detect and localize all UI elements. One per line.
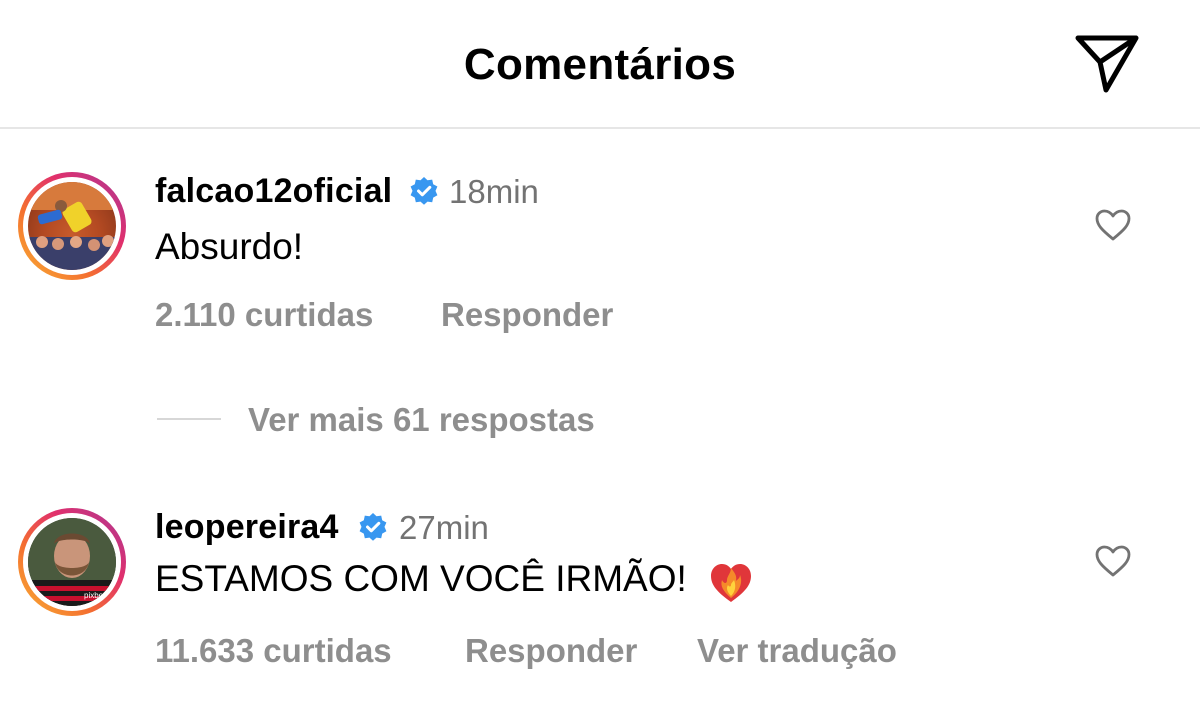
see-translation-button[interactable]: Ver tradução <box>697 632 897 670</box>
comments-header: Comentários <box>0 0 1200 128</box>
comment-time: 18min <box>449 173 539 210</box>
view-more-replies-button[interactable]: Ver mais 61 respostas <box>248 401 595 439</box>
reply-button[interactable]: Responder <box>465 632 637 670</box>
likes-count[interactable]: 2.110 curtidas <box>155 296 373 334</box>
header-divider <box>0 127 1200 129</box>
comment-time: 27min <box>399 509 489 546</box>
comment-username[interactable]: leopereira4 <box>155 508 339 547</box>
replies-divider-line <box>157 418 221 420</box>
verified-badge-icon <box>410 177 438 205</box>
comment-text: Absurdo! <box>155 226 304 267</box>
likes-count[interactable]: 11.633 curtidas <box>155 632 392 670</box>
avatar-image: pixbet <box>28 518 116 606</box>
page-title: Comentários <box>463 40 737 89</box>
paper-plane-icon <box>1075 35 1139 93</box>
verified-badge-icon <box>359 513 387 541</box>
comment-text-row: ESTAMOS COM VOCÊ IRMÃO! <box>155 558 755 604</box>
heart-on-fire-emoji <box>711 564 752 603</box>
svg-text:pixbet: pixbet <box>84 591 106 600</box>
comment-text: ESTAMOS COM VOCÊ IRMÃO! <box>155 558 687 599</box>
comment-username[interactable]: falcao12oficial <box>155 172 392 211</box>
send-button[interactable] <box>1072 32 1142 94</box>
reply-button[interactable]: Responder <box>441 296 613 334</box>
like-heart-icon[interactable] <box>1094 544 1132 578</box>
avatar[interactable] <box>18 172 126 280</box>
avatar[interactable]: pixbet <box>18 508 126 616</box>
like-heart-icon[interactable] <box>1094 208 1132 242</box>
avatar-image <box>28 182 116 270</box>
